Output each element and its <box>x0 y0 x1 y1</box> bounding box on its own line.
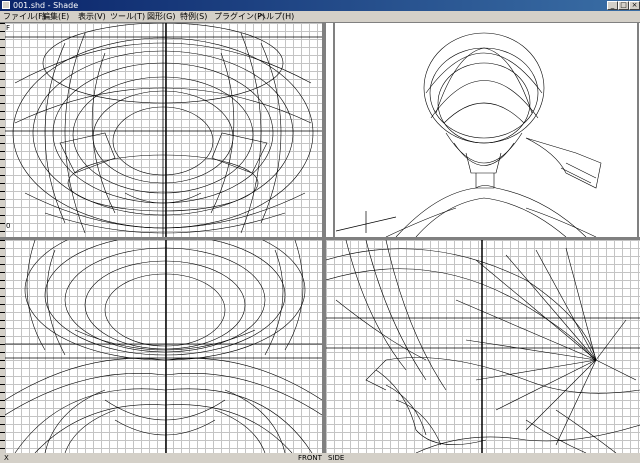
menu-edit[interactable]: 編集(E) <box>42 11 69 23</box>
status-bar: X FRONT SIDE <box>0 453 640 463</box>
menu-file[interactable]: ファイル(F) <box>3 11 46 23</box>
minimize-icon: _ <box>610 1 615 9</box>
wireframe-top <box>5 23 322 237</box>
title-bar: 001.shd - Shade _ □ × <box>0 0 640 11</box>
status-x-label: X <box>4 454 9 462</box>
app-icon[interactable] <box>2 1 10 9</box>
viewport-top[interactable]: F 0 <box>5 23 322 237</box>
window-title: 001.shd - Shade <box>13 1 79 10</box>
viewport-side[interactable] <box>326 240 640 453</box>
menu-tools[interactable]: ツール(T) <box>110 11 145 23</box>
maximize-button[interactable]: □ <box>618 1 629 10</box>
wireframe-front <box>5 240 322 453</box>
minimize-button[interactable]: _ <box>607 1 618 10</box>
maximize-icon: □ <box>620 1 627 9</box>
menu-bar: ファイル(F) 編集(E) 表示(V) ツール(T) 図形(G) 特例(S) プ… <box>0 11 640 23</box>
menu-view[interactable]: 表示(V) <box>78 11 106 23</box>
status-front-label: FRONT <box>298 454 322 462</box>
status-side-label: SIDE <box>328 454 345 462</box>
top-view-side-label: 0 <box>6 222 11 230</box>
close-icon: × <box>631 1 638 9</box>
wireframe-side <box>326 240 640 453</box>
vertical-splitter[interactable] <box>322 23 326 453</box>
viewport-perspective[interactable] <box>326 23 640 237</box>
viewport-front[interactable] <box>5 240 322 453</box>
horizontal-splitter[interactable] <box>0 237 640 240</box>
top-view-corner-label: F <box>6 24 11 32</box>
close-button[interactable]: × <box>629 1 640 10</box>
wireframe-perspective <box>333 23 639 237</box>
menu-special[interactable]: 特例(S) <box>180 11 207 23</box>
menu-shape[interactable]: 図形(G) <box>147 11 175 23</box>
menu-help[interactable]: ヘルプ(H) <box>258 11 294 23</box>
